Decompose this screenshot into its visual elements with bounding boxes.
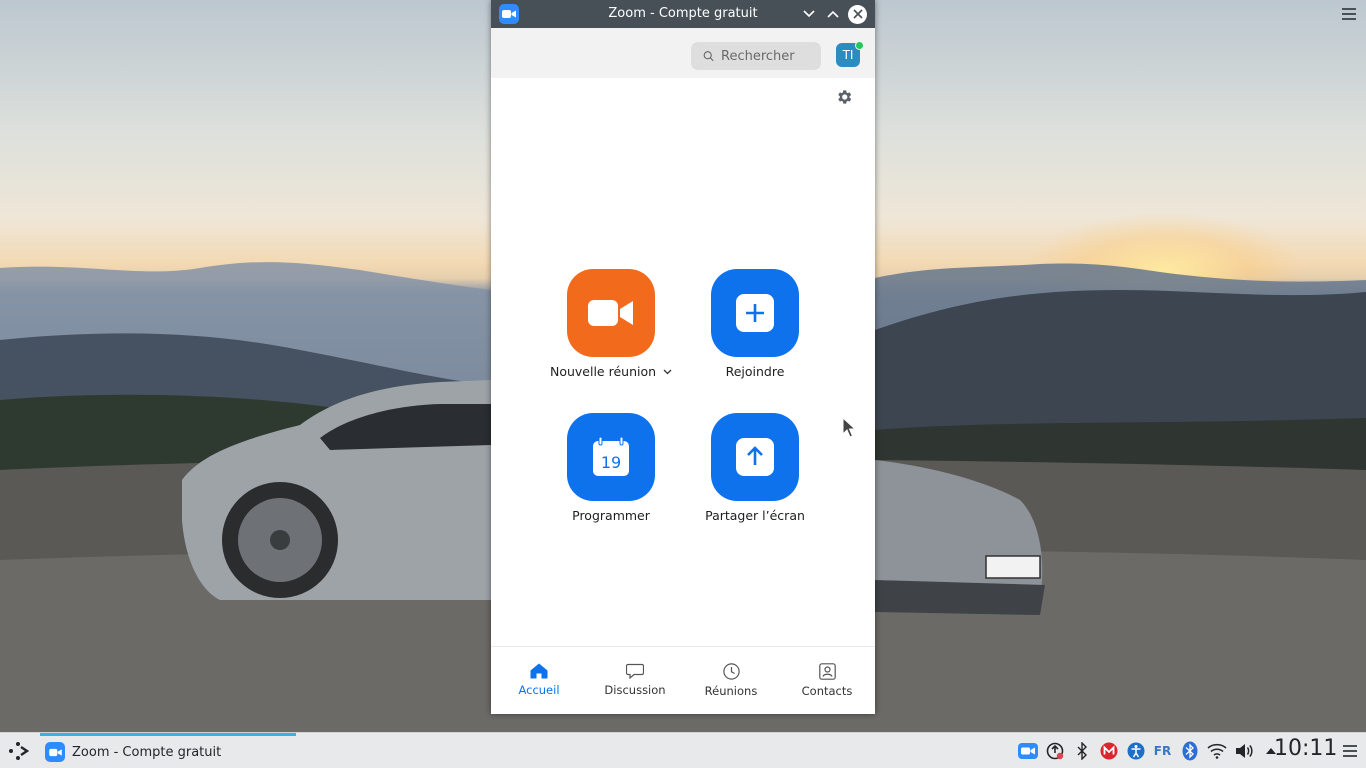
settings-gear-icon[interactable] [835,88,853,106]
nav-meetings-label: Réunions [704,684,758,698]
taskbar-zoom-entry[interactable]: Zoom - Compte gratuit [40,733,296,768]
search-icon [703,51,714,62]
nav-chat[interactable]: Discussion [587,647,683,708]
share-screen-button[interactable]: Partager l’écran [680,413,830,523]
chevron-down-icon[interactable] [663,369,672,375]
schedule-button[interactable]: 19 Programmer [536,413,686,523]
plus-icon [736,294,774,332]
minimize-button[interactable] [799,4,819,24]
schedule-tile[interactable]: 19 [567,413,655,501]
calendar-icon: 19 [593,437,629,476]
clock[interactable]: 10:11 [1274,736,1337,761]
language-icon[interactable]: FR [1152,740,1174,762]
desktop-menu-icon[interactable] [1342,8,1356,22]
taskbar-menu-icon[interactable] [1343,745,1357,760]
nav-contacts-label: Contacts [801,684,853,698]
calendar-day: 19 [601,453,621,472]
join-button[interactable]: Rejoindre [680,269,830,379]
accessibility-icon[interactable] [1125,740,1147,762]
share-screen-label: Partager l’écran [705,508,805,523]
mouse-pointer-icon [842,417,856,438]
zoom-tray-icon[interactable] [1017,740,1039,762]
nav-meetings[interactable]: Réunions [683,647,779,708]
share-screen-tile[interactable] [711,413,799,501]
schedule-label: Programmer [572,508,650,523]
system-tray: FR [1014,733,1284,768]
search-box[interactable] [691,42,821,70]
clock-icon [722,663,740,680]
contact-card-icon [818,663,836,680]
search-input[interactable] [721,48,821,64]
join-tile[interactable] [711,269,799,357]
join-label: Rejoindre [725,364,785,379]
new-meeting-tile[interactable] [567,269,655,357]
nav-home-label: Accueil [518,683,560,697]
nav-contacts[interactable]: Contacts [779,647,875,708]
nav-home[interactable]: Accueil [491,647,587,708]
volume-icon[interactable] [1233,740,1255,762]
chat-icon [626,663,644,679]
nav-chat-label: Discussion [604,683,666,697]
maximize-button[interactable] [823,4,843,24]
zoom-window: Zoom - Compte gratuit TI Nouvelle réunio… [491,0,875,714]
bluetooth-status-icon[interactable] [1179,740,1201,762]
bluetooth-icon[interactable] [1071,740,1093,762]
close-button[interactable] [848,4,867,24]
new-meeting-button[interactable]: Nouvelle réunion [536,269,686,379]
upload-arrow-icon [736,438,774,476]
home-icon [530,663,548,679]
close-icon [852,9,863,19]
wifi-icon[interactable] [1206,740,1228,762]
new-meeting-text: Nouvelle réunion [549,364,657,379]
status-indicator [855,41,864,50]
application-launcher-icon[interactable] [6,739,30,763]
update-icon[interactable] [1044,740,1066,762]
bottom-nav: Accueil Discussion Réunions Contacts [491,646,875,708]
zoom-app-icon [45,742,65,762]
top-bar: TI [491,28,875,78]
taskbar: Zoom - Compte gratuit FR 10:11 [0,732,1366,768]
taskbar-zoom-label: Zoom - Compte gratuit [72,744,222,760]
language-label: FR [1153,743,1172,758]
chevron-down-icon [803,10,815,18]
video-camera-icon [588,300,633,326]
chevron-up-icon [827,10,839,18]
window-titlebar[interactable]: Zoom - Compte gratuit [491,0,875,28]
mega-icon[interactable] [1098,740,1120,762]
new-meeting-label: Nouvelle réunion [550,364,672,379]
